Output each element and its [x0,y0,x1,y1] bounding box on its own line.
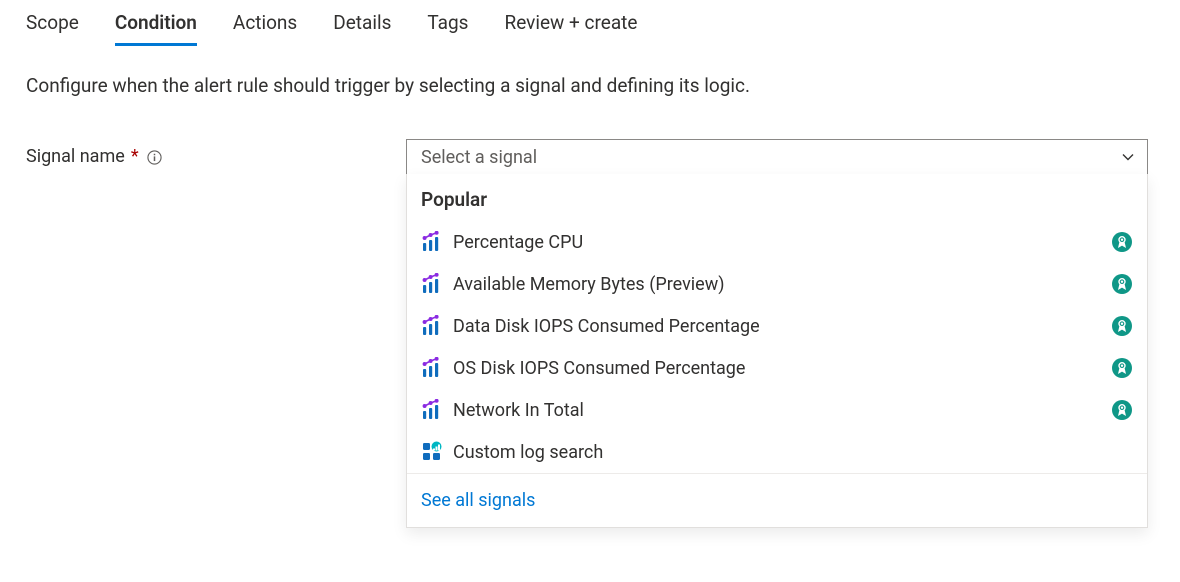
signal-option[interactable]: Custom log search [407,431,1147,473]
metric-chart-icon [421,399,449,421]
recommended-badge-icon [1111,316,1133,336]
tab-details[interactable]: Details [333,5,391,46]
signal-option-label: OS Disk IOPS Consumed Percentage [449,358,1111,379]
metric-chart-icon [421,315,449,337]
signal-group-title: Popular [407,174,1147,221]
signal-option[interactable]: Percentage CPU [407,221,1147,263]
signal-option-label: Available Memory Bytes (Preview) [449,274,1111,295]
signal-name-label: Signal name * [26,139,406,175]
signal-option-label: Data Disk IOPS Consumed Percentage [449,316,1111,337]
signal-name-dropdown[interactable]: Select a signal [406,139,1148,175]
signal-option-label: Percentage CPU [449,232,1111,253]
tab-condition[interactable]: Condition [115,5,197,46]
recommended-badge-icon [1111,274,1133,294]
metric-chart-icon [421,273,449,295]
metric-chart-icon [421,357,449,379]
recommended-badge-icon [1111,358,1133,378]
signal-option-label: Custom log search [449,442,1133,463]
signal-option[interactable]: OS Disk IOPS Consumed Percentage [407,347,1147,389]
see-all-signals-link[interactable]: See all signals [421,490,535,511]
signal-name-control: Select a signal Popular Percentage CPU [406,139,1148,528]
signal-option[interactable]: Network In Total [407,389,1147,431]
required-indicator: * [131,139,139,175]
chevron-down-icon [1121,150,1135,164]
tab-actions[interactable]: Actions [233,5,297,46]
metric-chart-icon [421,231,449,253]
tab-scope[interactable]: Scope [26,5,79,46]
signal-dropdown-panel: Popular Percentage CPU Available Memory … [406,174,1148,528]
tab-tags[interactable]: Tags [427,5,468,46]
tab-description: Configure when the alert rule should tri… [26,74,1154,97]
log-search-icon [421,441,449,463]
recommended-badge-icon [1111,400,1133,420]
signal-name-row: Signal name * Select a signal [26,139,1154,528]
info-icon[interactable] [147,150,163,166]
dropdown-footer: See all signals [407,473,1147,527]
signal-option-label: Network In Total [449,400,1111,421]
signal-option[interactable]: Available Memory Bytes (Preview) [407,263,1147,305]
recommended-badge-icon [1111,232,1133,252]
signal-list: Percentage CPU Available Memory Bytes (P… [407,221,1147,473]
tab-review-create[interactable]: Review + create [505,5,638,46]
signal-name-label-text: Signal name [26,139,125,175]
signal-name-dropdown-placeholder: Select a signal [421,147,537,168]
signal-option[interactable]: Data Disk IOPS Consumed Percentage [407,305,1147,347]
tab-strip: Scope Condition Actions Details Tags Review +… [26,6,1154,46]
